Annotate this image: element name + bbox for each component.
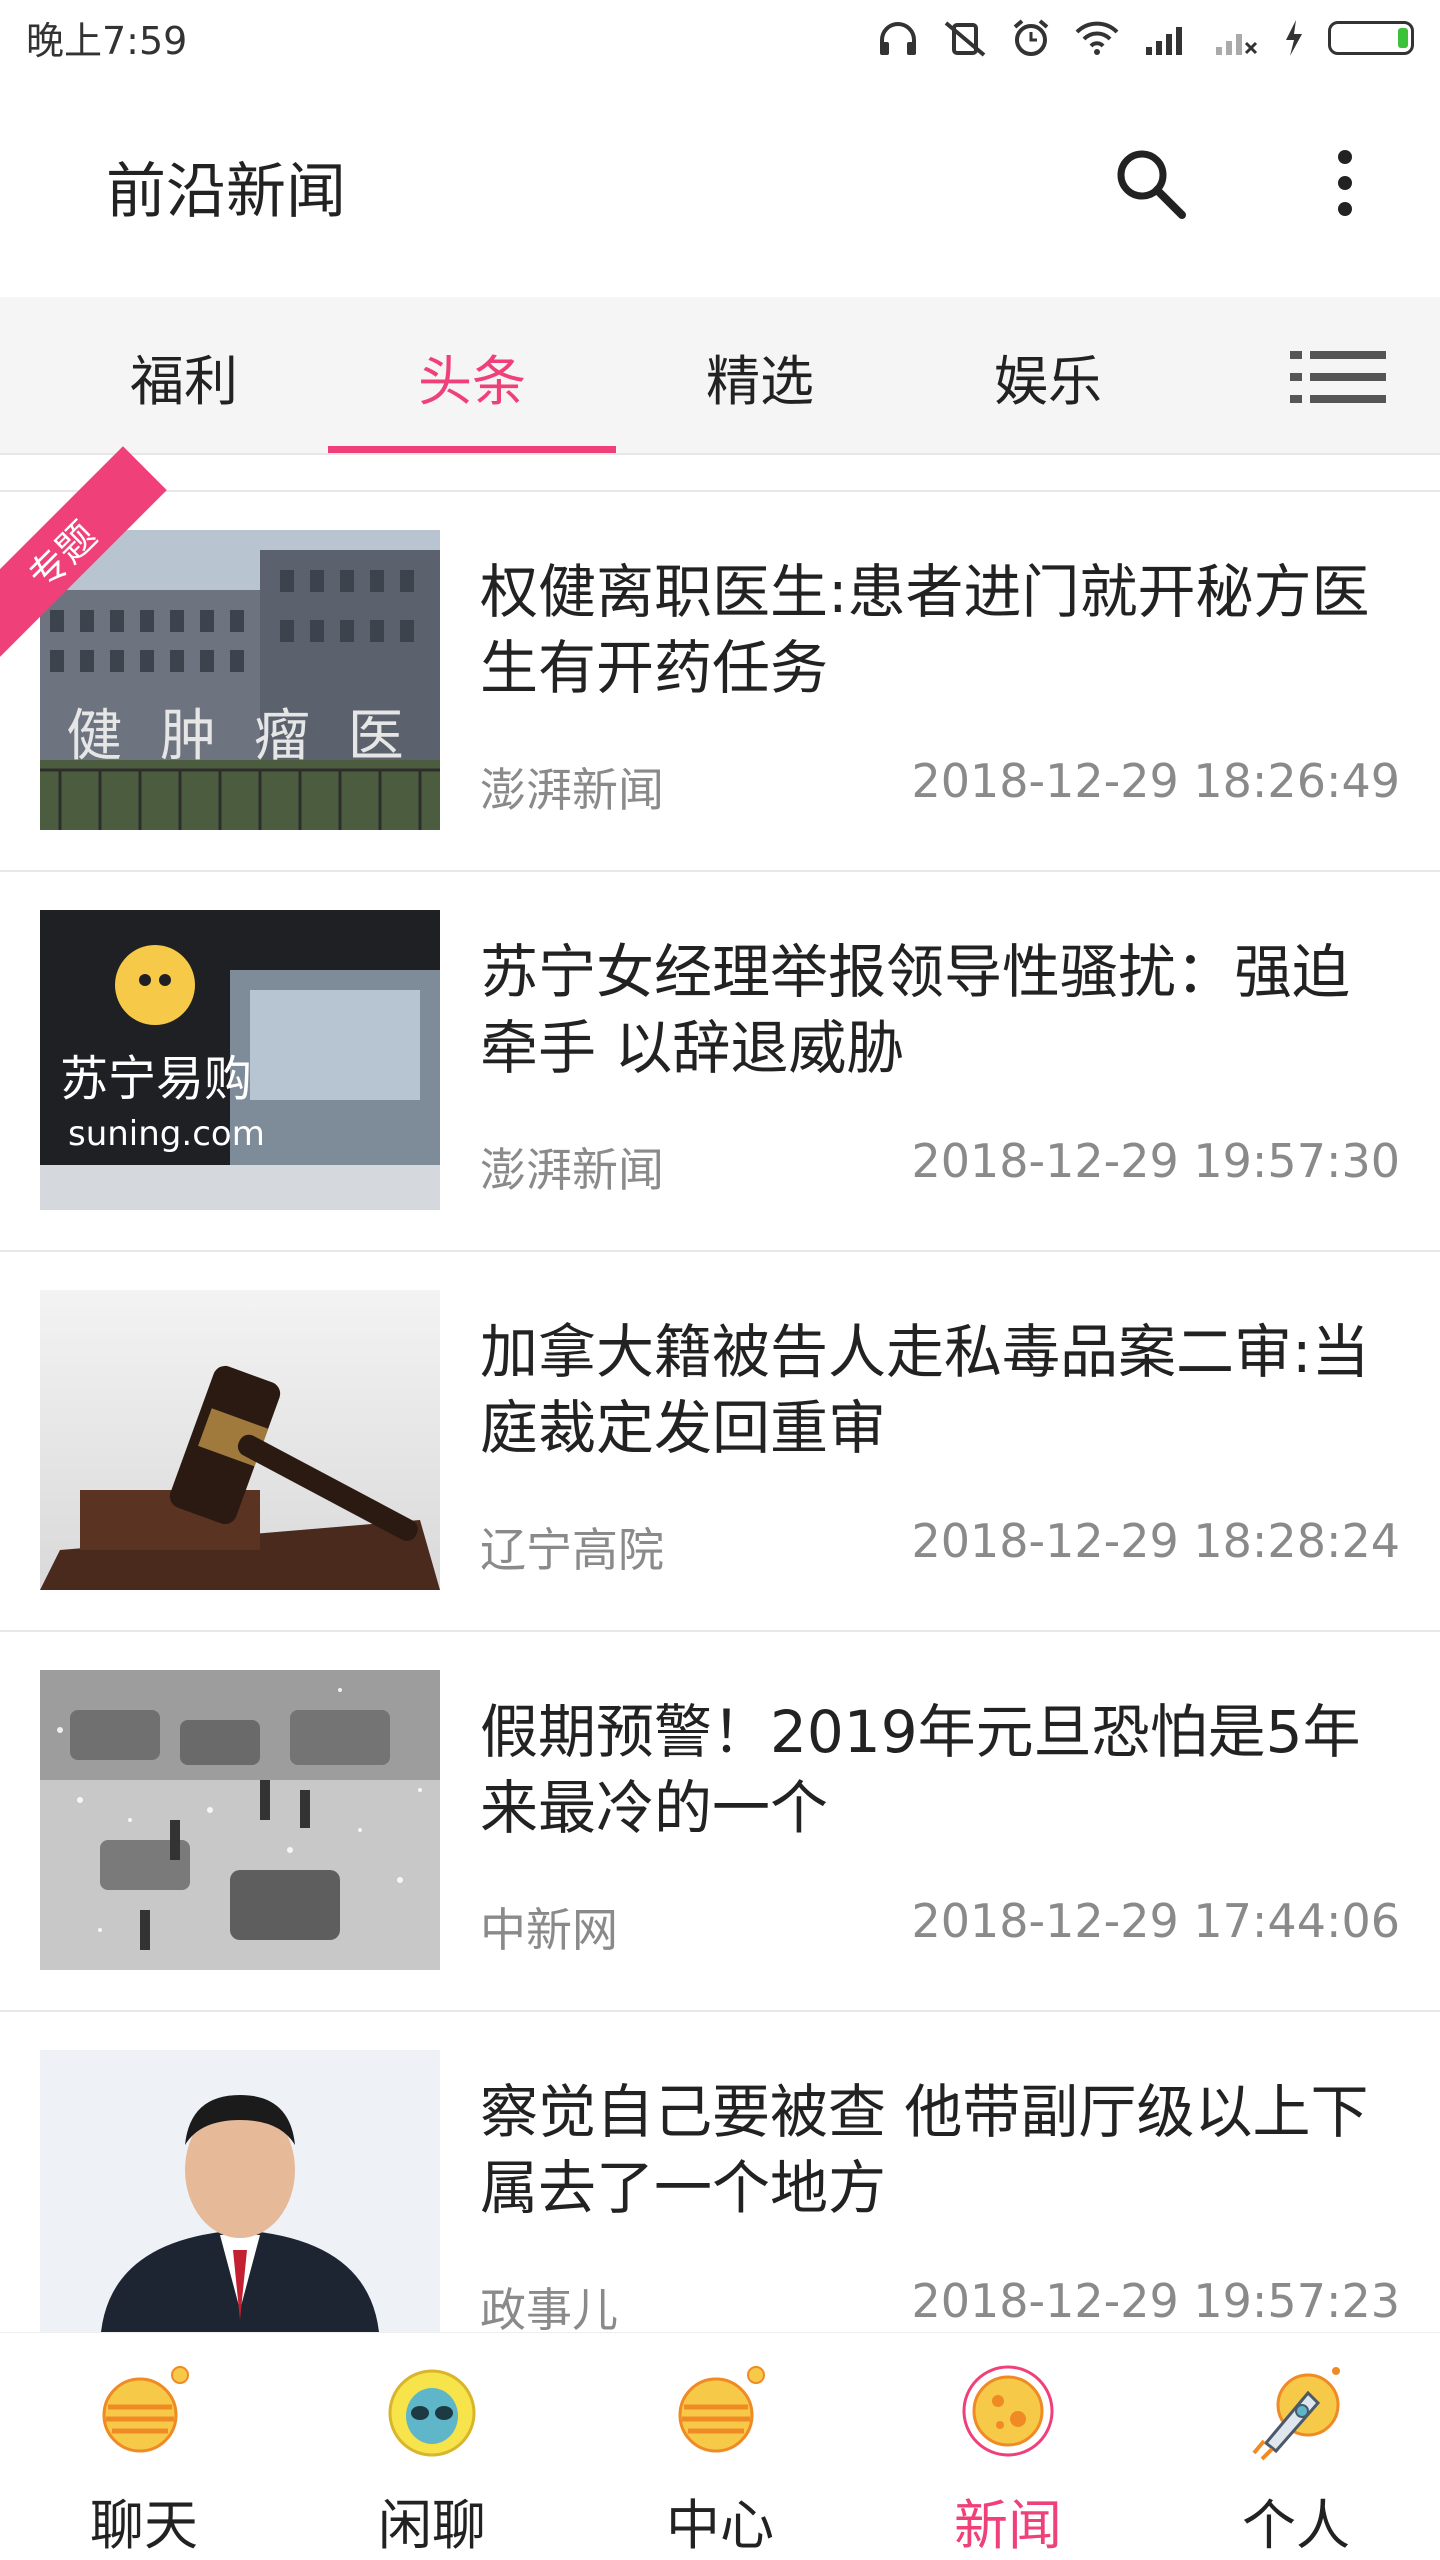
- news-thumbnail: [40, 1670, 440, 1970]
- nav-item-center[interactable]: 中心: [576, 2333, 864, 2560]
- news-time: 2018-12-29 17:44:06: [911, 1894, 1400, 1948]
- tab-toutiao[interactable]: 头条: [328, 297, 616, 455]
- moon-news-icon: [962, 2365, 1054, 2457]
- planet-chat-icon: [102, 2366, 189, 2453]
- suning-brand-text: 苏宁易购: [60, 1051, 252, 1107]
- news-source: 澎湃新闻: [480, 763, 664, 817]
- news-time: 2018-12-29 18:28:24: [911, 1514, 1400, 1568]
- news-source: 澎湃新闻: [480, 1143, 664, 1197]
- news-headline: 加拿大籍被告人走私毒品案二审:当庭裁定发回重审: [480, 1318, 1370, 1462]
- news-item[interactable]: 苏宁易购 suning.com 苏宁女经理举报领导性骚扰：强迫牵手 以辞退威胁 …: [0, 870, 1440, 1250]
- active-tab-indicator: [328, 446, 616, 453]
- nav-item-profile[interactable]: 个人: [1152, 2333, 1440, 2560]
- tab-fuli[interactable]: 福利: [40, 297, 328, 455]
- news-source: 中新网: [480, 1903, 618, 1957]
- news-time: 2018-12-29 18:26:49: [911, 754, 1400, 808]
- planet-center-icon: [678, 2366, 765, 2453]
- nav-label: 闲聊: [378, 2494, 486, 2557]
- battery-icon: [1328, 20, 1414, 55]
- tab-jingxuan[interactable]: 精选: [616, 297, 904, 455]
- news-headline: 假期预警！2019年元旦恐怕是5年来最冷的一个: [480, 1698, 1361, 1842]
- news-thumbnail: [40, 1290, 440, 1590]
- wifi-icon: [1075, 21, 1119, 55]
- status-bar: 晚上7:59: [0, 0, 1440, 75]
- news-item[interactable]: 加拿大籍被告人走私毒品案二审:当庭裁定发回重审 辽宁高院 2018-12-29 …: [0, 1250, 1440, 1630]
- alien-icon: [388, 2369, 476, 2457]
- news-headline: 察觉自己要被查 他带副厅级以上下属去了一个地方: [480, 2078, 1369, 2222]
- news-thumbnail: 苏宁易购 suning.com: [40, 910, 440, 1210]
- alarm-icon: [1013, 18, 1049, 56]
- nav-label: 个人: [1242, 2494, 1350, 2557]
- news-item[interactable]: 假期预警！2019年元旦恐怕是5年来最冷的一个 中新网 2018-12-29 1…: [0, 1630, 1440, 2010]
- news-time: 2018-12-29 19:57:23: [911, 2274, 1400, 2328]
- news-thumbnail: 健 肿 瘤 医: [40, 530, 440, 830]
- signal-off-icon: [1216, 33, 1258, 55]
- status-icons: [878, 18, 1414, 57]
- nav-item-xianliao[interactable]: 闲聊: [288, 2333, 576, 2560]
- signal-icon: [1146, 26, 1182, 55]
- category-tabs: 福利 头条 精选 娱乐: [0, 297, 1440, 455]
- bottom-nav: 聊天 闲聊 中心 新闻 个人: [0, 2332, 1440, 2560]
- nav-item-news[interactable]: 新闻: [864, 2333, 1152, 2560]
- hospital-sign-text: 健 肿 瘤 医: [66, 704, 413, 769]
- news-source: 政事儿: [480, 2283, 618, 2337]
- tab-yule[interactable]: 娱乐: [904, 297, 1192, 455]
- rocket-icon: [1252, 2367, 1340, 2461]
- news-time: 2018-12-29 19:57:30: [911, 1134, 1400, 1188]
- app-bar: 前沿新闻: [0, 75, 1440, 297]
- suning-url-text: suning.com: [68, 1114, 265, 1154]
- nav-label: 聊天: [90, 2494, 198, 2557]
- menu-list-icon[interactable]: [1290, 349, 1386, 405]
- news-list: 专题 健 肿 瘤 医 权健离职医生:患者进门就开秘方医生有开药任务 澎湃新闻 2…: [0, 446, 1440, 2390]
- nav-label: 中心: [666, 2494, 774, 2557]
- news-source: 辽宁高院: [480, 1523, 664, 1577]
- vibrate-off-icon: [944, 20, 986, 57]
- app-title: 前沿新闻: [106, 156, 346, 227]
- nav-label: 新闻: [954, 2494, 1062, 2557]
- status-time: 晚上7:59: [26, 19, 188, 63]
- headphones-icon: [880, 21, 916, 55]
- news-thumbnail: [40, 2050, 440, 2350]
- search-icon[interactable]: [1110, 143, 1190, 223]
- news-headline: 苏宁女经理举报领导性骚扰：强迫牵手 以辞退威胁: [480, 938, 1351, 1082]
- news-item[interactable]: 专题 健 肿 瘤 医 权健离职医生:患者进门就开秘方医生有开药任务 澎湃新闻 2…: [0, 446, 1440, 870]
- more-vert-icon[interactable]: [1320, 143, 1370, 223]
- news-headline: 权健离职医生:患者进门就开秘方医生有开药任务: [480, 558, 1370, 702]
- charging-icon: [1286, 19, 1302, 56]
- nav-item-chat[interactable]: 聊天: [0, 2333, 288, 2560]
